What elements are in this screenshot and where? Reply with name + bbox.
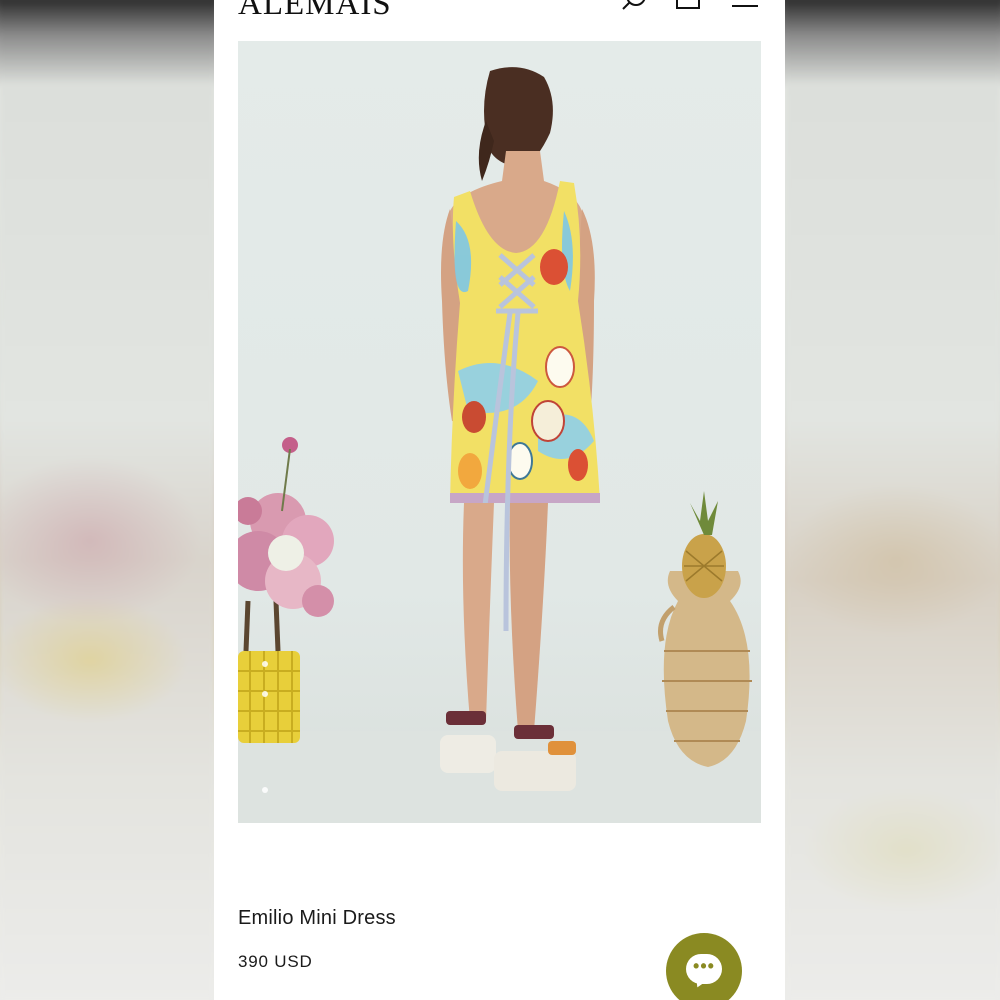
blurred-background-left xyxy=(0,0,214,1000)
menu-icon xyxy=(732,5,758,7)
mobile-page: ALEMAIS Emilio Mini Dress 390 USD ••• xyxy=(214,0,785,1000)
menu-button[interactable] xyxy=(730,0,760,18)
flower-basket xyxy=(238,437,334,743)
blurred-background-right xyxy=(786,0,1000,1000)
search-icon xyxy=(622,0,646,10)
product-photo-illustration xyxy=(238,67,761,823)
chat-button[interactable]: ••• xyxy=(666,933,742,1000)
gallery-dot-active[interactable] xyxy=(262,787,268,793)
cart-button[interactable] xyxy=(674,0,704,18)
gallery-dot[interactable] xyxy=(262,661,268,667)
brand-logo[interactable]: ALEMAIS xyxy=(238,0,392,22)
chat-dots: ••• xyxy=(693,956,715,976)
pineapple-vase xyxy=(658,491,752,767)
site-header: ALEMAIS xyxy=(214,0,785,34)
chat-icon: ••• xyxy=(686,954,722,984)
product-image[interactable] xyxy=(238,41,761,823)
product-title: Emilio Mini Dress xyxy=(238,907,396,929)
product-price: 390 USD xyxy=(238,952,313,971)
bag-icon xyxy=(676,0,700,9)
gallery-dot[interactable] xyxy=(262,691,268,697)
model-figure xyxy=(440,67,600,791)
search-button[interactable] xyxy=(618,0,648,18)
